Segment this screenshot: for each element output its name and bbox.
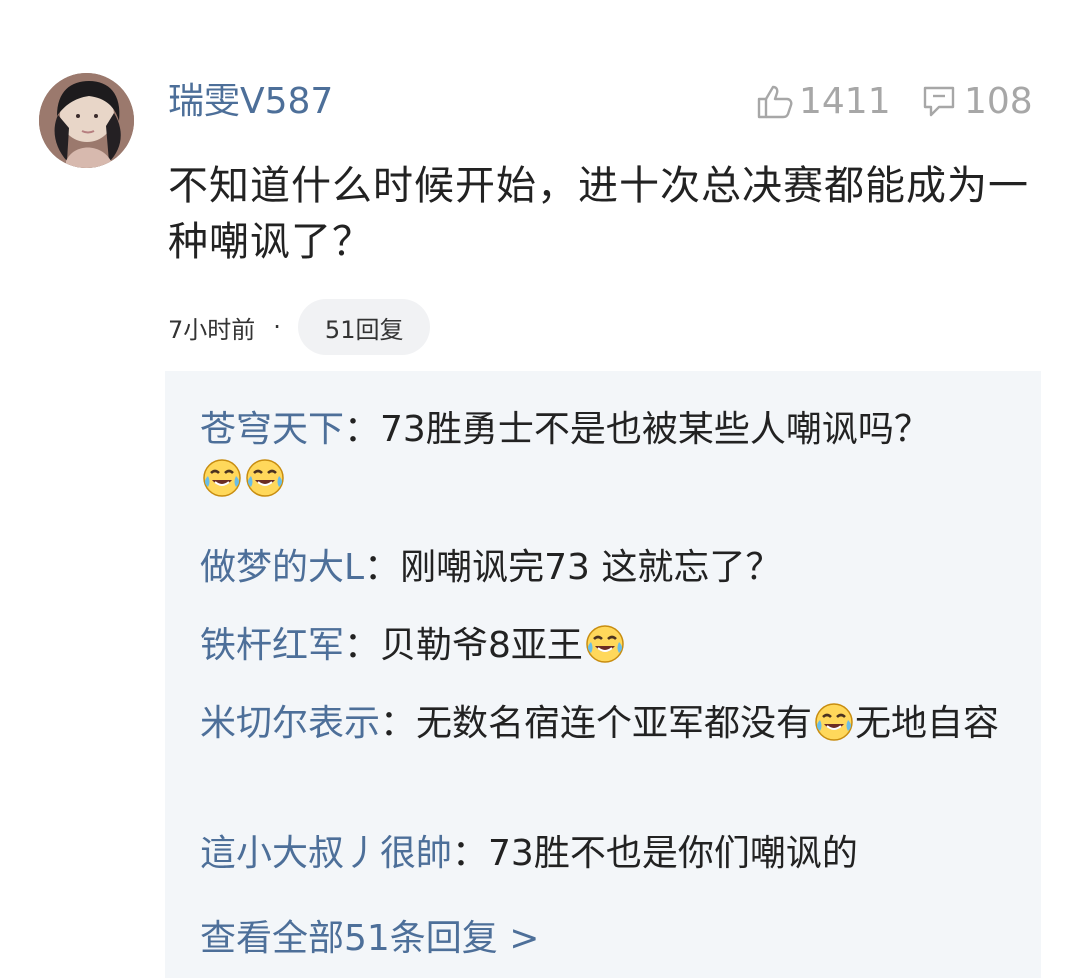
tears-of-joy-emoji	[201, 457, 243, 499]
reply-text: 73胜勇士不是也被某些人嘲讽吗？	[380, 409, 930, 450]
user-avatar[interactable]	[39, 73, 134, 168]
reply-author[interactable]: 苍穹天下	[200, 409, 344, 450]
tears-of-joy-emoji	[244, 457, 286, 499]
reply-author[interactable]: 铁杆红军	[200, 625, 344, 666]
comment-meta: 7小时前 · 51回复	[168, 299, 431, 355]
like-count: 1411	[799, 81, 891, 122]
reply-author[interactable]: 這小大叔丿很帥	[200, 833, 452, 874]
reply-item[interactable]: 米切尔表示：无数名宿连个亚军都没有 无地自容	[200, 699, 1000, 749]
reply-text-start: 无数名宿连个亚军都没有	[416, 703, 813, 744]
comment-bubble-icon	[920, 83, 958, 121]
reply-item[interactable]: 苍穹天下：73胜勇士不是也被某些人嘲讽吗？	[200, 405, 1000, 505]
reply-author[interactable]: 米切尔表示	[200, 703, 380, 744]
reply-author[interactable]: 做梦的大L	[200, 547, 364, 588]
reply-item[interactable]: 這小大叔丿很帥：73胜不也是你们嘲讽的	[200, 829, 1000, 879]
like-button[interactable]: 1411	[755, 80, 891, 124]
replies-button[interactable]: 51回复	[297, 299, 431, 355]
tears-of-joy-emoji	[813, 701, 855, 743]
reply-text-end: 无地自容	[855, 703, 1000, 744]
reply-preview-panel: 苍穹天下：73胜勇士不是也被某些人嘲讽吗？ 做梦的大L：刚嘲讽完73 这就忘了？…	[165, 371, 1041, 978]
view-all-replies-link[interactable]: 查看全部51条回复 >	[200, 914, 539, 964]
reply-count: 108	[964, 81, 1033, 122]
reply-text: 贝勒爷8亚王	[380, 625, 583, 666]
comment-time: 7小时前	[168, 315, 256, 344]
reply-text: 73胜不也是你们嘲讽的	[488, 833, 858, 874]
reply-count-button[interactable]: 108	[920, 80, 1033, 124]
thumbs-up-outline-icon	[755, 83, 793, 121]
comment-author[interactable]: 瑞雯V587	[168, 78, 333, 126]
reply-item[interactable]: 做梦的大L：刚嘲讽完73 这就忘了？	[200, 543, 1000, 593]
comment-body: 不知道什么时候开始，进十次总决赛都能成为一种嘲讽了？	[168, 163, 1029, 265]
tears-of-joy-emoji	[584, 623, 626, 665]
reply-text: 刚嘲讽完73 这就忘了？	[400, 547, 782, 588]
reply-item[interactable]: 铁杆红军：贝勒爷8亚王	[200, 621, 1000, 671]
meta-separator: ·	[273, 313, 281, 341]
